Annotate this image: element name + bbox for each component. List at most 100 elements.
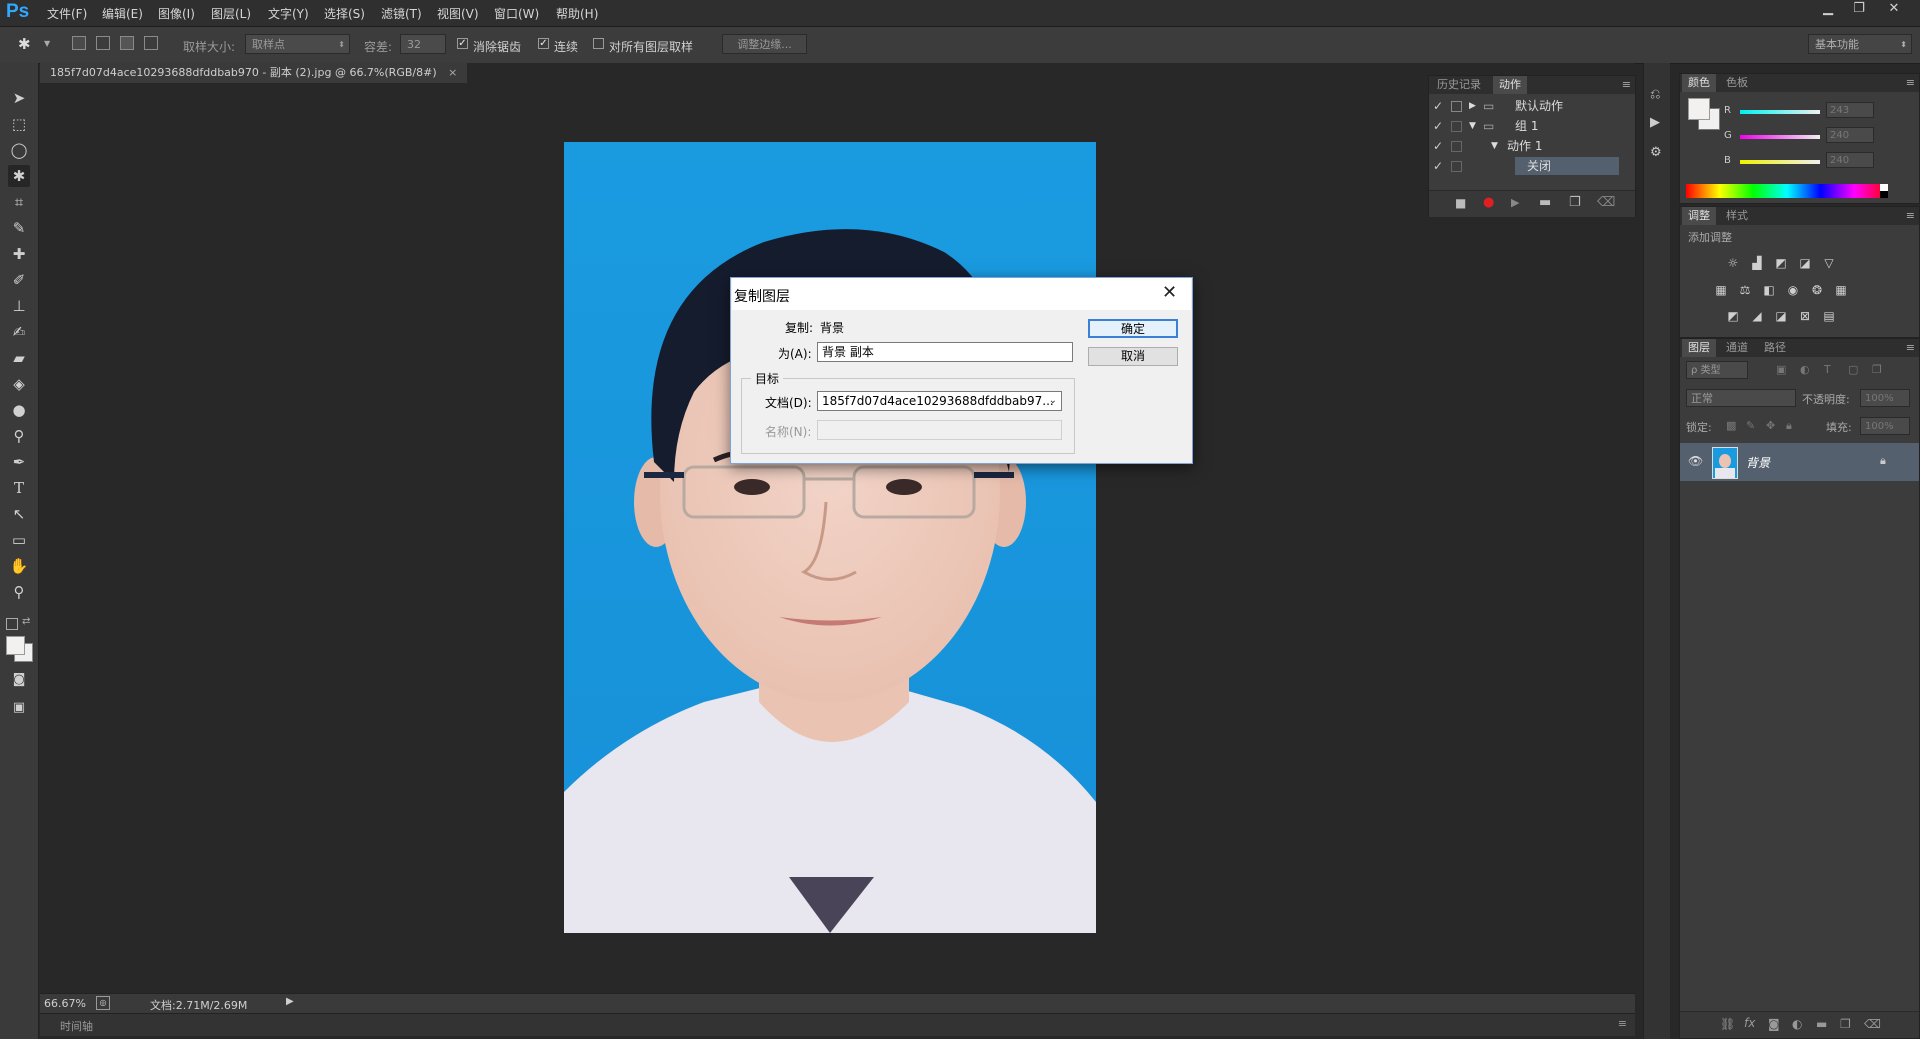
crop-tool-icon[interactable]: ⌗	[8, 191, 30, 213]
healing-brush-tool-icon[interactable]: ✚	[8, 243, 30, 265]
posterize-icon[interactable]: ◢	[1749, 309, 1765, 323]
collapse-arrow-icon[interactable]: ▼	[1469, 116, 1476, 136]
layer-filter-select[interactable]: ρ 类型	[1686, 361, 1748, 379]
color-lookup-icon[interactable]: ▦	[1833, 283, 1849, 297]
pen-tool-icon[interactable]: ✒	[8, 451, 30, 473]
panel-menu-icon[interactable]: ≡	[1622, 78, 1631, 91]
eyedropper-tool-icon[interactable]: ✎	[8, 217, 30, 239]
menu-image[interactable]: 图像(I)	[158, 5, 195, 22]
tab-close-icon[interactable]: ×	[448, 66, 457, 79]
vibrance-icon[interactable]: ▽	[1821, 256, 1837, 270]
lasso-tool-icon[interactable]: ◯	[8, 139, 30, 161]
filter-pixel-icon[interactable]: ▣	[1776, 363, 1786, 376]
lock-position-icon[interactable]: ✥	[1766, 419, 1775, 432]
history-brush-tool-icon[interactable]: ✍	[8, 321, 30, 343]
toggle-check-icon[interactable]: ✓	[1433, 156, 1443, 176]
action-step-row[interactable]: ✓ 关闭	[1429, 156, 1635, 176]
screen-mode-icon[interactable]: ▣	[8, 697, 30, 719]
channel-mixer-icon[interactable]: ❂	[1809, 283, 1825, 297]
tab-channels[interactable]: 通道	[1720, 339, 1754, 357]
history-panel-icon[interactable]: ⎌	[1650, 87, 1660, 102]
color-balance-icon[interactable]: ⚖	[1737, 283, 1753, 297]
dialog-toggle-icon[interactable]	[1451, 121, 1462, 132]
tab-paths[interactable]: 路径	[1758, 339, 1792, 357]
dodge-tool-icon[interactable]: ⚲	[8, 425, 30, 447]
menu-help[interactable]: 帮助(H)	[556, 5, 598, 22]
selective-color-icon[interactable]: ⊠	[1797, 309, 1813, 323]
dialog-toggle-icon[interactable]	[1451, 141, 1462, 152]
threshold-icon[interactable]: ◪	[1773, 309, 1789, 323]
channel-r-value[interactable]: 243	[1826, 102, 1874, 118]
menu-layer[interactable]: 图层(L)	[211, 5, 251, 22]
action-set-group1[interactable]: ✓ ▼ ▭ 组 1	[1429, 116, 1635, 136]
lock-transparent-icon[interactable]: ▩	[1726, 419, 1736, 432]
spectrum-black-chip[interactable]	[1880, 191, 1888, 198]
link-layers-icon[interactable]: ⛓︎	[1720, 1017, 1735, 1031]
document-image[interactable]	[564, 142, 1096, 933]
action-item[interactable]: ✓ ▼ 动作 1	[1429, 136, 1635, 156]
menu-window[interactable]: 窗口(W)	[494, 5, 539, 22]
cancel-button[interactable]: 取消	[1088, 347, 1178, 366]
tab-adjustments[interactable]: 调整	[1682, 207, 1716, 225]
menu-view[interactable]: 视图(V)	[437, 5, 479, 22]
gradient-map-icon[interactable]: ▤	[1821, 309, 1837, 323]
toggle-check-icon[interactable]: ✓	[1433, 116, 1443, 136]
toggle-check-icon[interactable]: ✓	[1433, 96, 1443, 116]
hue-saturation-icon[interactable]: ▦	[1713, 283, 1729, 297]
channel-r-slider[interactable]	[1740, 110, 1820, 114]
black-white-icon[interactable]: ◧	[1761, 283, 1777, 297]
spectrum-white-chip[interactable]	[1880, 184, 1888, 191]
panel-menu-icon[interactable]: ≡	[1906, 341, 1915, 354]
workspace-switcher[interactable]: 基本功能 ⬍	[1808, 34, 1912, 54]
blur-tool-icon[interactable]: ●	[8, 399, 30, 421]
new-layer-icon[interactable]: ❐	[1840, 1017, 1851, 1031]
antialias-checkbox[interactable]: ✓	[457, 38, 468, 49]
magic-wand-icon[interactable]: ✱	[18, 35, 40, 55]
channel-b-value[interactable]: 240	[1826, 152, 1874, 168]
channel-g-slider[interactable]	[1740, 135, 1820, 139]
filter-smart-icon[interactable]: ❐	[1872, 363, 1882, 376]
filter-shape-icon[interactable]: ▢	[1848, 363, 1858, 376]
tab-swatches[interactable]: 色板	[1720, 74, 1754, 92]
swap-colors-icon[interactable]: ⇄	[22, 616, 30, 627]
add-mask-icon[interactable]: ◙	[1768, 1017, 1780, 1031]
record-icon[interactable]: ●	[1483, 195, 1494, 210]
channel-g-value[interactable]: 240	[1826, 127, 1874, 143]
curves-icon[interactable]: ◩	[1773, 256, 1789, 270]
filter-adjustment-icon[interactable]: ◐	[1800, 363, 1810, 376]
lock-all-icon[interactable]: 🔒︎	[1786, 419, 1792, 433]
move-tool-icon[interactable]: ➤	[8, 87, 30, 109]
tab-layers[interactable]: 图层	[1682, 339, 1716, 357]
invert-icon[interactable]: ◩	[1725, 309, 1741, 323]
foreground-swatch[interactable]	[1688, 98, 1710, 120]
menu-select[interactable]: 选择(S)	[324, 5, 365, 22]
blend-mode-select[interactable]: 正常	[1686, 389, 1796, 407]
lock-pixels-icon[interactable]: ✎	[1746, 419, 1755, 432]
new-selection-icon[interactable]	[72, 36, 86, 50]
zoom-tool-icon[interactable]: ⚲	[8, 581, 30, 603]
clone-stamp-tool-icon[interactable]: ⊥	[8, 295, 30, 317]
new-action-icon[interactable]: ❐	[1569, 195, 1581, 210]
sample-size-select[interactable]: 取样点 ⬍	[245, 34, 350, 54]
magic-wand-tool-icon[interactable]: ✱	[8, 165, 30, 187]
actions-panel-icon[interactable]: ▶	[1650, 115, 1660, 130]
ok-button[interactable]: 确定	[1088, 319, 1178, 338]
layer-style-fx-icon[interactable]: fx	[1744, 1016, 1755, 1030]
tab-color[interactable]: 颜色	[1682, 74, 1716, 92]
menu-file[interactable]: 文件(F)	[47, 5, 87, 22]
play-icon[interactable]: ▶	[1511, 196, 1519, 209]
dialog-close-icon[interactable]: ✕	[1162, 282, 1177, 303]
panel-menu-icon[interactable]: ≡	[1618, 1017, 1627, 1030]
export-icon[interactable]: ◎	[96, 996, 110, 1010]
tab-history[interactable]: 历史记录	[1431, 76, 1487, 94]
path-selection-tool-icon[interactable]: ↖	[8, 503, 30, 525]
panel-menu-icon[interactable]: ≡	[1906, 76, 1915, 89]
adjustment-layer-icon[interactable]: ◐	[1792, 1017, 1802, 1031]
intersect-selection-icon[interactable]	[144, 36, 158, 50]
status-menu-arrow-icon[interactable]: ▶	[286, 996, 294, 1007]
minimize-icon[interactable]: ▁	[1814, 0, 1842, 18]
document-select[interactable]: 185f7d07d4ace10293688dfddbab97... ⌄	[817, 391, 1062, 411]
stop-icon[interactable]: ■	[1455, 196, 1466, 210]
photo-filter-icon[interactable]: ◉	[1785, 283, 1801, 297]
opacity-input[interactable]: 100%	[1860, 389, 1910, 407]
